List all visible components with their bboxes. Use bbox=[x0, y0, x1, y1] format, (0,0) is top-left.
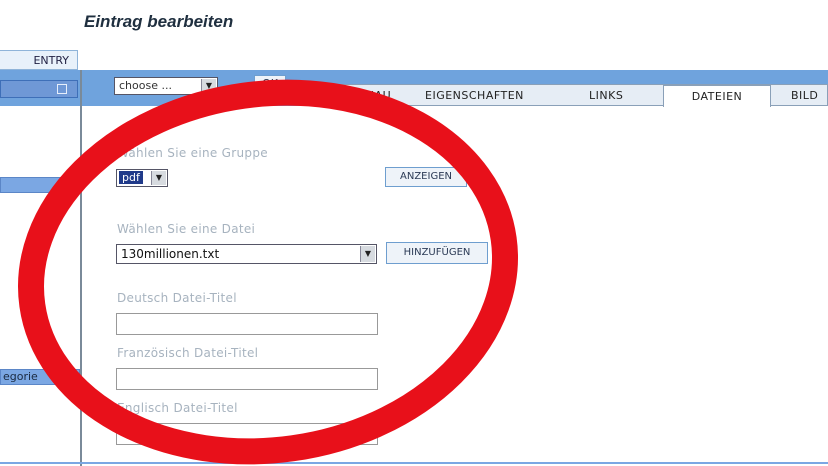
tab-dateien[interactable]: DATEIEN bbox=[663, 85, 771, 107]
tab-vorschau[interactable]: VORSCHAU bbox=[325, 87, 391, 104]
fr-title-label: Französisch Datei-Titel bbox=[117, 346, 259, 360]
choose-select[interactable]: choose ... ▼ bbox=[114, 77, 218, 95]
group-select[interactable]: pdf ▼ bbox=[116, 169, 168, 187]
ok-button[interactable]: OK bbox=[254, 75, 286, 93]
tab-eigenschaften[interactable]: EIGENSCHAFTEN bbox=[425, 87, 524, 104]
file-select-value: 130millionen.txt bbox=[121, 247, 220, 261]
tab-strip: VORSCHAU EIGENSCHAFTEN LINKS DATEIEN BIL… bbox=[310, 84, 828, 107]
sidebar-header bbox=[0, 80, 78, 98]
footer-line bbox=[0, 462, 828, 464]
file-select[interactable]: 130millionen.txt ▼ bbox=[116, 244, 377, 264]
chevron-down-icon: ▼ bbox=[360, 246, 375, 262]
de-title-field[interactable] bbox=[116, 313, 378, 335]
group-label: Wählen Sie eine Gruppe bbox=[117, 146, 268, 160]
tab-bild[interactable]: BILD bbox=[791, 87, 818, 104]
sidebar-entry-tab[interactable]: ENTRY bbox=[0, 50, 78, 70]
en-title-label: Englisch Datei-Titel bbox=[117, 401, 238, 415]
sidebar-item-label: egorie bbox=[3, 370, 38, 383]
collapse-icon[interactable] bbox=[57, 84, 67, 94]
en-title-field[interactable] bbox=[116, 423, 378, 445]
sidebar-item-category[interactable]: egorie bbox=[0, 369, 80, 385]
page-title: Eintrag bearbeiten bbox=[84, 12, 234, 31]
chevron-down-icon: ▼ bbox=[151, 171, 166, 185]
sidebar-item-selected[interactable] bbox=[0, 177, 80, 193]
fr-title-field[interactable] bbox=[116, 368, 378, 390]
tab-links[interactable]: LINKS bbox=[589, 87, 623, 104]
add-button[interactable]: HINZUFÜGEN bbox=[386, 242, 488, 264]
de-title-label: Deutsch Datei-Titel bbox=[117, 291, 237, 305]
group-select-value: pdf bbox=[119, 171, 143, 184]
chevron-down-icon: ▼ bbox=[201, 79, 216, 93]
sidebar-divider bbox=[80, 70, 82, 466]
choose-select-value: choose ... bbox=[119, 79, 172, 92]
file-label: Wählen Sie eine Datei bbox=[117, 222, 256, 236]
show-button[interactable]: ANZEIGEN bbox=[385, 167, 467, 187]
